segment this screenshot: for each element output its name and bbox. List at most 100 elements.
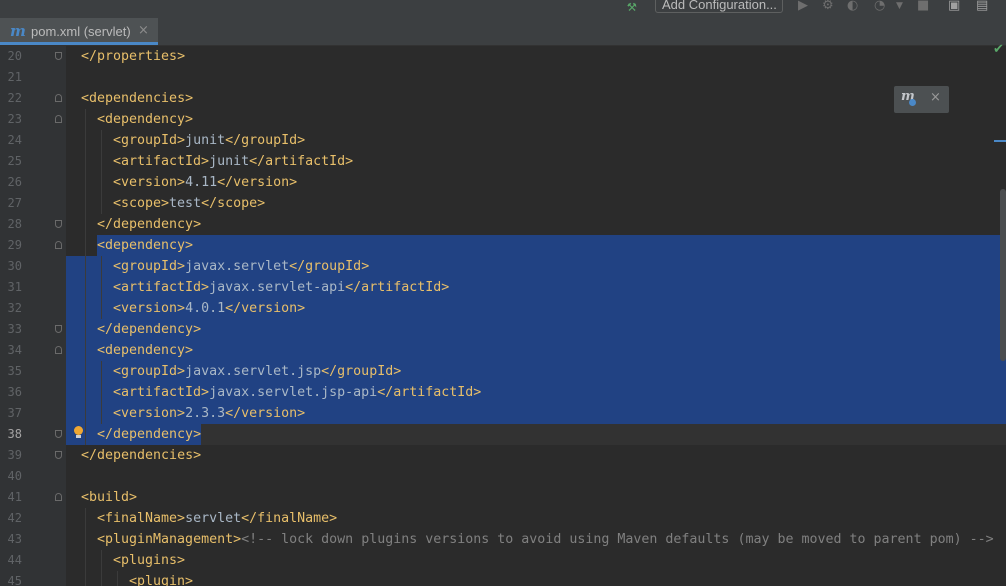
gutter[interactable]: 31 <box>0 277 66 298</box>
gutter[interactable]: 36 <box>0 382 66 403</box>
code-line[interactable]: 20 </properties> <box>0 46 1006 67</box>
code-editor[interactable]: 20 </properties> 21 22 <dependencies> 23 <depe… <box>0 46 1006 586</box>
gutter[interactable]: 38 <box>0 424 66 445</box>
fold-marker-icon[interactable] <box>55 220 62 228</box>
indent-guide <box>101 277 102 298</box>
code-line[interactable]: 28 </dependency> <box>0 214 1006 235</box>
maven-reload-popup[interactable]: m × <box>894 86 949 113</box>
close-icon[interactable]: × <box>138 23 149 38</box>
gutter[interactable]: 39 <box>0 445 66 466</box>
code-line[interactable]: 27 <scope>test</scope> <box>0 193 1006 214</box>
indent-guide <box>85 319 86 340</box>
line-number: 26 <box>7 175 22 189</box>
gutter[interactable]: 44 <box>0 550 66 571</box>
code-line[interactable]: 22 <dependencies> <box>0 88 1006 109</box>
gutter[interactable]: 45 <box>0 571 66 586</box>
fold-marker-icon[interactable] <box>55 346 62 354</box>
xml-tag: </version> <box>217 175 298 190</box>
gutter[interactable]: 22 <box>0 88 66 109</box>
code-line[interactable]: 39 </dependencies> <box>0 445 1006 466</box>
gutter[interactable]: 40 <box>0 466 66 487</box>
gutter[interactable]: 21 <box>0 67 66 88</box>
xml-tag: </finalName> <box>241 511 338 526</box>
coverage-icon[interactable]: ◐ <box>847 0 858 12</box>
code-line[interactable]: 21 <box>0 67 1006 88</box>
close-icon[interactable]: × <box>930 91 941 105</box>
inspection-ok-icon[interactable]: ✔ <box>993 43 1004 57</box>
code-line[interactable]: 30 <groupId>javax.servlet</groupId> <box>0 256 1006 277</box>
fold-marker-icon[interactable] <box>55 52 62 60</box>
code-line[interactable]: 32 <version>4.0.1</version> <box>0 298 1006 319</box>
gutter[interactable]: 23 <box>0 109 66 130</box>
xml-tag: <groupId> <box>113 259 186 274</box>
code-line[interactable]: 24 <groupId>junit</groupId> <box>0 130 1006 151</box>
xml-text: javax.servlet <box>185 259 290 274</box>
code-text: <artifactId>javax.servlet.jsp-api</artif… <box>113 382 481 403</box>
line-number: 43 <box>7 532 22 546</box>
code-line[interactable]: 36 <artifactId>javax.servlet.jsp-api</art… <box>0 382 1006 403</box>
gutter[interactable]: 27 <box>0 193 66 214</box>
code-text: <artifactId>javax.servlet-api</artifactI… <box>113 277 449 298</box>
fold-marker-icon[interactable] <box>55 325 62 333</box>
gutter[interactable]: 42 <box>0 508 66 529</box>
code-line[interactable]: 35 <groupId>javax.servlet.jsp</groupId> <box>0 361 1006 382</box>
editor-tab-bar: m pom.xml (servlet) × <box>0 18 1006 46</box>
tab-pom-xml[interactable]: m pom.xml (servlet) × <box>0 18 158 45</box>
profile-dropdown-chevron-icon[interactable]: ▼ <box>896 0 903 13</box>
gutter[interactable]: 34 <box>0 340 66 361</box>
line-number: 27 <box>7 196 22 210</box>
code-line[interactable]: 44 <plugins> <box>0 550 1006 571</box>
code-line[interactable]: 42 <finalName>servlet</finalName> <box>0 508 1006 529</box>
gutter[interactable]: 26 <box>0 172 66 193</box>
gutter[interactable]: 24 <box>0 130 66 151</box>
vertical-scrollbar[interactable] <box>1000 189 1006 361</box>
gutter[interactable]: 41 <box>0 487 66 508</box>
gutter[interactable]: 32 <box>0 298 66 319</box>
line-number: 38 <box>7 427 22 441</box>
code-line[interactable]: 43 <pluginManagement><!-- lock down plugi… <box>0 529 1006 550</box>
code-line[interactable]: 45 <plugin> <box>0 571 1006 586</box>
gutter[interactable]: 30 <box>0 256 66 277</box>
xml-text: 4.0.1 <box>185 301 226 316</box>
fold-marker-icon[interactable] <box>55 430 62 438</box>
gutter[interactable]: 29 <box>0 235 66 256</box>
code-line[interactable]: 25 <artifactId>junit</artifactId> <box>0 151 1006 172</box>
code-text: <groupId>junit</groupId> <box>113 130 305 151</box>
gutter[interactable]: 25 <box>0 151 66 172</box>
build-hammer-icon[interactable]: ⚒ <box>627 0 637 14</box>
code-text: </dependencies> <box>81 445 201 466</box>
xml-tag: </dependencies> <box>81 448 202 463</box>
code-line[interactable]: 34 <dependency> <box>0 340 1006 361</box>
fold-marker-icon[interactable] <box>55 115 62 123</box>
code-line[interactable]: 38 </dependency> <box>0 424 1006 445</box>
project-structure-icon[interactable]: ▣ <box>948 0 960 12</box>
code-line[interactable]: 37 <version>2.3.3</version> <box>0 403 1006 424</box>
fold-marker-icon[interactable] <box>55 451 62 459</box>
code-line[interactable]: 29 <dependency> <box>0 235 1006 256</box>
gutter[interactable]: 35 <box>0 361 66 382</box>
debug-icon[interactable]: ⚙ <box>822 0 834 12</box>
gutter[interactable]: 20 <box>0 46 66 67</box>
indent-guide <box>101 571 102 586</box>
gutter[interactable]: 33 <box>0 319 66 340</box>
run-configuration-dropdown[interactable]: Add Configuration... <box>655 0 783 13</box>
stop-icon[interactable]: ■ <box>917 0 929 12</box>
code-line[interactable]: 26 <version>4.11</version> <box>0 172 1006 193</box>
gutter[interactable]: 28 <box>0 214 66 235</box>
code-line[interactable]: 33 </dependency> <box>0 319 1006 340</box>
profile-icon[interactable]: ◔ <box>874 0 885 12</box>
code-line[interactable]: 31 <artifactId>javax.servlet-api</artifac… <box>0 277 1006 298</box>
run-icon[interactable]: ▶ <box>798 0 808 12</box>
fold-marker-icon[interactable] <box>55 94 62 102</box>
terminal-icon[interactable]: ▤ <box>976 0 988 12</box>
code-line[interactable]: 23 <dependency> <box>0 109 1006 130</box>
gutter[interactable]: 37 <box>0 403 66 424</box>
error-stripe-mark[interactable] <box>994 140 1006 142</box>
fold-marker-icon[interactable] <box>55 493 62 501</box>
intention-bulb-icon[interactable] <box>73 426 83 438</box>
code-line[interactable]: 41 <build> <box>0 487 1006 508</box>
fold-marker-icon[interactable] <box>55 241 62 249</box>
indent-guide <box>101 130 102 151</box>
gutter[interactable]: 43 <box>0 529 66 550</box>
code-line[interactable]: 40 <box>0 466 1006 487</box>
